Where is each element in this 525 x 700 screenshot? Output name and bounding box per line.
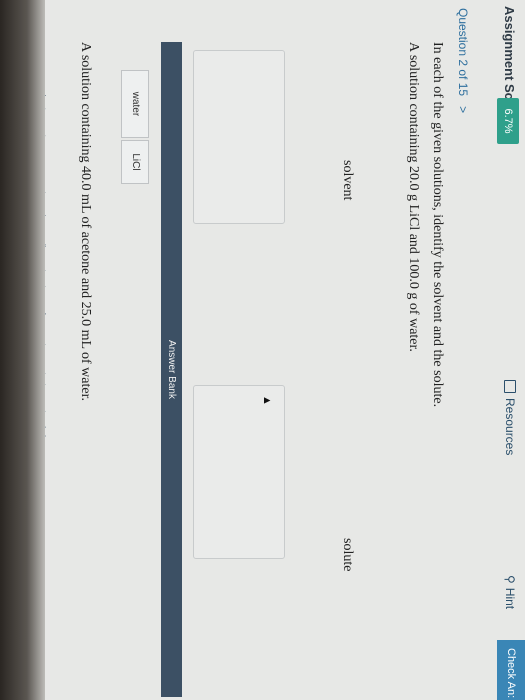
answer-chip-water[interactable]: water: [121, 70, 149, 138]
problem-2-text: A solution containing 40.0 mL of acetone…: [78, 42, 93, 401]
solute-label: solute: [340, 538, 355, 572]
hint-label: Hint: [503, 587, 517, 610]
solvent-label: solvent: [340, 160, 355, 201]
answer-bank-header: Answer Bank: [161, 42, 182, 697]
next-question-icon[interactable]: >: [456, 106, 470, 113]
screen-edge-shadow: [0, 0, 45, 700]
question-counter: Question 2 of 15: [456, 8, 470, 97]
answer-chip-licl[interactable]: LiCl: [121, 140, 149, 184]
mouse-cursor-icon: ▲: [261, 395, 273, 406]
solvent-drop-zone[interactable]: [193, 50, 285, 224]
check-answer-button[interactable]: Check An:: [497, 640, 525, 700]
resources-label: Resources: [503, 398, 517, 456]
hint-button[interactable]: ⚲ Hint: [503, 575, 517, 609]
assignment-page: Assignment Score: 6.7% Resources ⚲ Hint …: [0, 0, 525, 700]
score-badge: 6.7%: [497, 98, 519, 144]
resources-icon: [504, 380, 516, 393]
resources-button[interactable]: Resources: [503, 380, 517, 455]
solute-drop-zone[interactable]: [193, 385, 285, 559]
question-prompt: In each of the given solutions, identify…: [430, 42, 445, 408]
problem-1-text: A solution containing 20.0 g LiCl and 10…: [406, 42, 421, 352]
question-nav[interactable]: Question 2 of 15 >: [456, 8, 470, 113]
lightbulb-icon: ⚲: [503, 575, 517, 584]
